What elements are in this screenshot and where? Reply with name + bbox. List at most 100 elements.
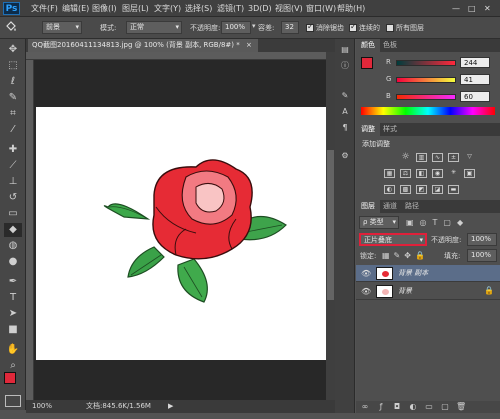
hue-saturation-icon[interactable]: ▦ bbox=[384, 169, 395, 178]
selective-color-icon[interactable]: ◪ bbox=[432, 185, 443, 194]
lock-icons[interactable]: ▦✎✥🔒 bbox=[382, 251, 430, 261]
vertical-scroll-thumb[interactable] bbox=[327, 150, 334, 300]
tab-close-icon[interactable]: × bbox=[246, 41, 252, 49]
green-value-input[interactable]: 41 bbox=[460, 74, 490, 85]
tab-swatches[interactable]: 色板 bbox=[378, 39, 402, 52]
gradient-map-icon[interactable]: ▬ bbox=[448, 185, 459, 194]
layer-filter-select[interactable]: ρ 类型 ▾ bbox=[359, 216, 399, 229]
red-value-input[interactable]: 244 bbox=[460, 57, 490, 68]
brightness-icon[interactable]: ☼ bbox=[400, 153, 411, 162]
mode-select[interactable]: 正常 ▾ bbox=[126, 21, 182, 34]
exposure-icon[interactable]: ± bbox=[448, 153, 459, 162]
antialias-checkbox[interactable] bbox=[306, 22, 314, 32]
blend-mode-select[interactable]: 正片叠底 ▾ bbox=[359, 233, 427, 246]
black-white-icon[interactable]: ◧ bbox=[416, 169, 427, 178]
history-brush-icon[interactable]: ↺ bbox=[4, 191, 22, 205]
foreground-color-swatch[interactable] bbox=[4, 372, 16, 384]
channel-mixer-icon[interactable]: ✳ bbox=[448, 169, 459, 178]
eyedropper-icon[interactable]: ⁄ bbox=[4, 123, 22, 137]
zoom-icon[interactable]: ⌕ bbox=[4, 359, 22, 373]
dodge-icon[interactable]: ● bbox=[4, 255, 22, 269]
maximize-button[interactable]: □ bbox=[468, 3, 476, 15]
status-arrow-icon[interactable]: ▶ bbox=[168, 400, 173, 413]
zoom-level[interactable]: 100% bbox=[32, 400, 52, 413]
layer-row-background[interactable]: 👁 背景 🔒 bbox=[356, 283, 500, 300]
invert-icon[interactable]: ◐ bbox=[384, 185, 395, 194]
hand-icon[interactable]: ✋ bbox=[4, 343, 22, 357]
red-slider[interactable] bbox=[396, 60, 456, 66]
opacity-input[interactable]: 100% bbox=[221, 21, 251, 34]
shape-icon[interactable]: ■ bbox=[4, 323, 22, 337]
tolerance-input[interactable]: 32 bbox=[281, 21, 299, 34]
layer-row-copy[interactable]: 👁 背景 副本 bbox=[356, 265, 500, 282]
delete-layer-icon[interactable]: 🗑 bbox=[456, 402, 466, 412]
new-layer-icon[interactable]: ▢ bbox=[440, 402, 450, 412]
close-window-button[interactable]: ✕ bbox=[484, 3, 491, 15]
panel-foreground-swatch[interactable] bbox=[361, 57, 373, 69]
blue-value-input[interactable]: 60 bbox=[460, 91, 490, 102]
marquee-icon[interactable]: ⬚ bbox=[4, 59, 22, 73]
layer-opacity-input[interactable]: 100% bbox=[467, 233, 497, 246]
menu-layer[interactable]: 图层(L) bbox=[122, 3, 149, 15]
layer-filter-icons[interactable]: ▣◎T▢◆ bbox=[406, 218, 496, 228]
menu-3d[interactable]: 3D(D) bbox=[248, 3, 272, 15]
lasso-icon[interactable]: ℓ bbox=[4, 75, 22, 89]
healing-icon[interactable]: ✚ bbox=[4, 143, 22, 157]
curves-icon[interactable]: ∿ bbox=[432, 153, 443, 162]
link-layers-icon[interactable]: ∞ bbox=[360, 402, 370, 412]
fx-icon[interactable]: ƒ bbox=[376, 402, 386, 412]
all-layers-checkbox[interactable] bbox=[386, 24, 394, 32]
tool-presets-icon[interactable]: ⚙ bbox=[340, 151, 350, 161]
visibility-eye-icon[interactable]: 👁 bbox=[361, 287, 371, 296]
visibility-eye-icon[interactable]: 👁 bbox=[361, 269, 371, 278]
fill-input[interactable]: 100% bbox=[467, 249, 497, 262]
tab-color[interactable]: 颜色 bbox=[356, 39, 380, 52]
green-slider[interactable] bbox=[396, 77, 456, 83]
info-panel-icon[interactable]: ⓘ bbox=[340, 61, 350, 71]
new-group-icon[interactable]: ▭ bbox=[424, 402, 434, 412]
path-select-icon[interactable]: ➤ bbox=[4, 307, 22, 321]
tab-styles[interactable]: 样式 bbox=[378, 123, 402, 136]
clone-stamp-icon[interactable]: ⊥ bbox=[4, 175, 22, 189]
fill-source-select[interactable]: 前景 ▾ bbox=[42, 21, 82, 34]
color-lookup-icon[interactable]: ▣ bbox=[464, 169, 475, 178]
contiguous-checkbox[interactable] bbox=[349, 22, 357, 32]
menu-view[interactable]: 视图(V) bbox=[275, 3, 303, 15]
minimize-button[interactable]: — bbox=[452, 3, 460, 15]
levels-icon[interactable]: ▥ bbox=[416, 153, 427, 162]
brush-icon[interactable]: ⟋ bbox=[4, 159, 22, 173]
tab-paths[interactable]: 路径 bbox=[400, 200, 424, 213]
color-spectrum-bar[interactable] bbox=[361, 107, 495, 115]
crop-icon[interactable]: ⌗ bbox=[4, 107, 22, 121]
quick-select-icon[interactable]: ✎ bbox=[4, 91, 22, 105]
tab-channels[interactable]: 通道 bbox=[378, 200, 402, 213]
blue-slider[interactable] bbox=[396, 94, 456, 100]
menu-select[interactable]: 选择(S) bbox=[185, 3, 212, 15]
photo-filter-icon[interactable]: ◉ bbox=[432, 169, 443, 178]
menu-type[interactable]: 文字(Y) bbox=[154, 3, 181, 15]
paragraph-panel-icon[interactable]: ¶ bbox=[340, 123, 350, 133]
tab-adjustments[interactable]: 调整 bbox=[356, 123, 380, 136]
menu-filter[interactable]: 滤镜(T) bbox=[217, 3, 244, 15]
history-panel-icon[interactable]: ▤ bbox=[340, 45, 350, 55]
bucket-tool-icon[interactable]: ◆ bbox=[4, 223, 22, 237]
character-panel-icon[interactable]: A bbox=[340, 107, 350, 117]
menu-window[interactable]: 窗口(W) bbox=[306, 3, 336, 15]
type-icon[interactable]: T bbox=[4, 291, 22, 305]
pen-icon[interactable]: ✒ bbox=[4, 275, 22, 289]
quick-mask-icon[interactable] bbox=[5, 395, 21, 407]
document-canvas[interactable] bbox=[36, 107, 326, 360]
document-tab[interactable]: QQ截图20160411134813.jpg @ 100% (背景 副本, RG… bbox=[28, 39, 258, 52]
adjustment-layer-icon[interactable]: ◐ bbox=[408, 402, 418, 412]
eraser-icon[interactable]: ▭ bbox=[4, 207, 22, 221]
menu-image[interactable]: 图像(I) bbox=[92, 3, 117, 15]
blur-icon[interactable]: ◍ bbox=[4, 239, 22, 253]
tab-layers[interactable]: 图层 bbox=[356, 200, 380, 213]
add-mask-icon[interactable]: ◘ bbox=[392, 402, 402, 412]
color-balance-icon[interactable]: ⚖ bbox=[400, 169, 411, 178]
threshold-icon[interactable]: ◩ bbox=[416, 185, 427, 194]
posterize-icon[interactable]: ▩ bbox=[400, 185, 411, 194]
menu-file[interactable]: 文件(F) bbox=[31, 3, 58, 15]
bucket-icon[interactable] bbox=[4, 21, 26, 35]
menu-edit[interactable]: 编辑(E) bbox=[62, 3, 89, 15]
